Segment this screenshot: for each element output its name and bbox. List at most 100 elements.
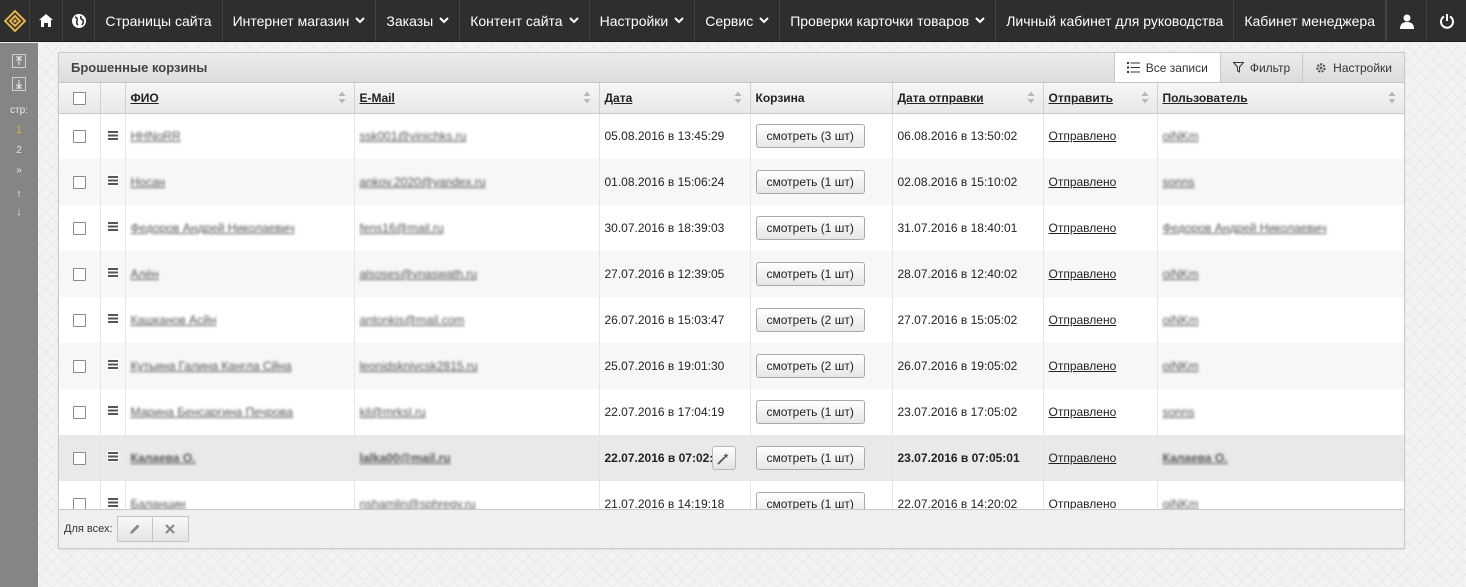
sort-icon[interactable]	[338, 91, 346, 104]
bulk-edit-button[interactable]	[116, 516, 153, 542]
send-status-link[interactable]: Отправлено	[1049, 359, 1117, 373]
fio-link[interactable]: Калаева О.	[131, 451, 196, 465]
header-sent-date-label[interactable]: Дата отправки	[898, 91, 984, 105]
nav-item-4[interactable]: Контент сайта	[460, 0, 590, 41]
send-status-link[interactable]: Отправлено	[1049, 129, 1117, 143]
user-link[interactable]: oiNKm	[1163, 313, 1199, 327]
table-row[interactable]: Кутьина Галина Кангла Сйна leonidsknivcsk…	[59, 343, 1404, 389]
power-icon[interactable]	[1426, 0, 1466, 41]
view-cart-button[interactable]: смотреть (1 шт)	[755, 170, 865, 194]
page-link-2[interactable]: 2	[16, 145, 22, 156]
send-status-link[interactable]: Отправлено	[1049, 221, 1117, 235]
row-checkbox[interactable]	[72, 314, 86, 328]
bulk-delete-button[interactable]	[152, 516, 189, 542]
view-cart-button[interactable]: смотреть (2 шт)	[755, 354, 865, 378]
header-user-label[interactable]: Пользователь	[1163, 91, 1248, 105]
nav-item-2[interactable]: Интернет магазин	[223, 0, 377, 41]
sort-icon[interactable]	[1388, 91, 1396, 104]
view-cart-button[interactable]: смотреть (2 шт)	[755, 308, 865, 332]
row-checkbox[interactable]	[72, 268, 86, 282]
email-link[interactable]: alsoses@vnaswath.ru	[360, 267, 478, 281]
user-link[interactable]: sonns	[1163, 175, 1195, 189]
row-menu-icon[interactable]	[106, 267, 119, 281]
header-fio[interactable]: ФИО	[125, 83, 355, 114]
send-status-link[interactable]: Отправлено	[1049, 405, 1117, 419]
fio-link[interactable]: Кутьина Галина Кангла Сйна	[131, 359, 292, 373]
row-menu-icon[interactable]	[106, 313, 119, 327]
nav-item-9[interactable]: Кабинет менеджера	[1234, 0, 1386, 41]
table-row[interactable]: Носан ankov.2020@yandex.ru 01.08.2016 в 15…	[59, 159, 1404, 205]
row-checkbox[interactable]	[72, 406, 86, 420]
home-icon[interactable]	[30, 0, 63, 41]
user-link[interactable]: sonns	[1163, 405, 1195, 419]
header-fio-label[interactable]: ФИО	[131, 91, 159, 105]
nav-item-7[interactable]: Проверки карточки товаров	[780, 0, 997, 41]
header-date-label[interactable]: Дата	[605, 91, 633, 105]
table-row[interactable]: Федоров Андрей Николаевич fens16@mail.ru 3…	[59, 205, 1404, 251]
view-cart-button[interactable]: смотреть (3 шт)	[755, 124, 865, 149]
email-link[interactable]: ssk001@vinichks.ru	[360, 129, 467, 143]
fio-link[interactable]: Носан	[131, 175, 166, 189]
email-link[interactable]: kil@mrksl.ru	[360, 405, 426, 419]
filter-button[interactable]: Фильтр	[1219, 53, 1302, 82]
header-email-label[interactable]: E-Mail	[360, 91, 395, 105]
table-row[interactable]: HHNoRR ssk001@vinichks.ru 05.08.2016 в 13:…	[59, 113, 1404, 159]
table-container[interactable]: ФИО E-Mail Дата Корзина Дата отправки От…	[59, 83, 1404, 510]
view-cart-button[interactable]: смотреть (1 шт)	[755, 400, 865, 424]
arrow-down-icon[interactable]: ↓	[16, 206, 22, 218]
send-status-link[interactable]: Отправлено	[1049, 267, 1117, 281]
sort-icon[interactable]	[1027, 91, 1035, 104]
header-send-label[interactable]: Отправить	[1049, 91, 1113, 105]
nav-item-1[interactable]: Страницы сайта	[95, 0, 223, 41]
header-send[interactable]: Отправить	[1043, 83, 1158, 114]
nav-item-3[interactable]: Заказы	[376, 0, 461, 41]
row-menu-icon[interactable]	[106, 359, 119, 373]
header-user[interactable]: Пользователь	[1157, 83, 1404, 114]
scroll-top-icon[interactable]	[12, 54, 26, 68]
fio-link[interactable]: Марина Бенсаргина Печрова	[131, 405, 293, 419]
send-status-link[interactable]: Отправлено	[1049, 451, 1117, 465]
fio-link[interactable]: HHNoRR	[131, 129, 181, 143]
nav-item-8[interactable]: Личный кабинет для руководства	[996, 0, 1235, 41]
globe-icon[interactable]	[63, 0, 96, 41]
user-icon[interactable]	[1386, 0, 1426, 41]
sort-icon[interactable]	[1141, 91, 1149, 104]
row-checkbox[interactable]	[72, 130, 86, 144]
row-checkbox[interactable]	[72, 222, 86, 236]
view-cart-button[interactable]: смотреть (1 шт)	[755, 216, 865, 240]
row-menu-icon[interactable]	[106, 221, 119, 235]
row-menu-icon[interactable]	[106, 129, 119, 144]
view-cart-button[interactable]: смотреть (1 шт)	[755, 262, 865, 286]
row-checkbox[interactable]	[72, 360, 86, 374]
next-page-link[interactable]: »	[16, 165, 22, 176]
header-date[interactable]: Дата	[599, 83, 751, 114]
settings-button[interactable]: Настройки	[1302, 53, 1404, 82]
sort-icon[interactable]	[734, 91, 742, 104]
row-checkbox[interactable]	[72, 176, 86, 190]
send-status-link[interactable]: Отправлено	[1049, 313, 1117, 327]
email-link[interactable]: ankov.2020@yandex.ru	[360, 175, 486, 189]
user-link[interactable]: oiNKm	[1163, 359, 1199, 373]
select-all-checkbox[interactable]	[72, 91, 86, 105]
table-row[interactable]: Калаева О. lalka00@mail.ru 22.07.2016 в 07…	[59, 435, 1404, 481]
user-link[interactable]: Калаева О.	[1163, 451, 1228, 465]
table-row[interactable]: Кашканов Асйн antonkis@mail.com 26.07.2016…	[59, 297, 1404, 343]
sort-icon[interactable]	[583, 91, 591, 104]
view-cart-button[interactable]: смотреть (1 шт)	[755, 492, 865, 510]
user-link[interactable]: Федоров Андрей Николаевич	[1163, 221, 1327, 235]
inline-edit-button[interactable]	[711, 446, 736, 470]
user-link[interactable]: oiNKm	[1163, 267, 1199, 281]
all-records-button[interactable]: Все записи	[1113, 53, 1220, 82]
header-sent-date[interactable]: Дата отправки	[892, 83, 1044, 114]
fio-link[interactable]: Алён	[131, 267, 159, 281]
logo-icon[interactable]	[0, 0, 31, 41]
email-link[interactable]: leonidsknivcsk2815.ru	[360, 359, 478, 373]
row-menu-icon[interactable]	[106, 405, 119, 419]
page-link-1[interactable]: 1	[16, 125, 22, 136]
view-cart-button[interactable]: смотреть (1 шт)	[755, 446, 865, 470]
nav-item-6[interactable]: Сервис	[695, 0, 781, 41]
table-row[interactable]: Баланцин nshamlin@sphregy.ru 21.07.2016 в …	[59, 481, 1404, 510]
row-menu-icon[interactable]	[106, 451, 119, 465]
email-link[interactable]: antonkis@mail.com	[360, 313, 465, 327]
user-link[interactable]: oiNKm	[1163, 129, 1199, 143]
